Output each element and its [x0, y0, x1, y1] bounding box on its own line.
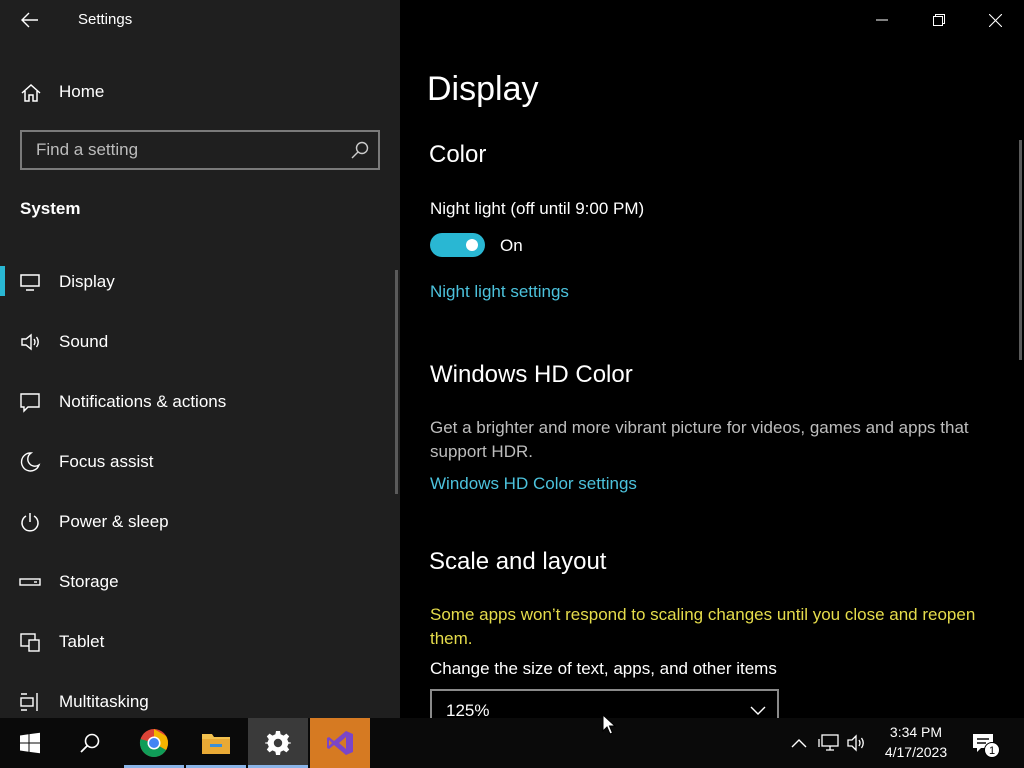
monitor-icon [20, 274, 40, 291]
sidebar-item-label: Sound [59, 332, 109, 351]
notification-count-badge: 1 [984, 742, 1000, 758]
clock-date: 4/17/2023 [884, 744, 948, 760]
sidebar-item-label: Multitasking [59, 692, 149, 711]
sidebar-item-storage[interactable]: Storage [0, 552, 400, 612]
sidebar-scrollbar[interactable] [395, 270, 398, 494]
windows-logo-icon [20, 732, 40, 754]
gear-icon [265, 731, 291, 755]
minimize-icon [875, 19, 888, 21]
clock-time: 3:34 PM [889, 724, 943, 740]
title-bar-left: Settings [0, 0, 400, 40]
night-light-state: On [500, 236, 523, 255]
chrome-icon [139, 729, 168, 757]
hd-color-heading: Windows HD Color [430, 361, 633, 388]
scale-heading: Scale and layout [429, 548, 607, 575]
scale-dropdown-value: 125% [446, 701, 490, 718]
moon-icon [20, 452, 41, 472]
night-light-settings-link[interactable]: Night light settings [430, 282, 569, 302]
content-pane: Display Color Night light (off until 9:0… [400, 0, 1024, 718]
visual-studio-icon [327, 731, 353, 755]
search-box[interactable] [20, 130, 380, 170]
sidebar-item-label: Notifications & actions [59, 392, 227, 411]
taskbar-settings[interactable] [248, 718, 308, 768]
network-icon [818, 734, 839, 751]
taskbar: 3:34 PM 4/17/2023 1 [0, 718, 1024, 768]
search-icon [80, 733, 100, 753]
taskbar-chrome[interactable] [124, 718, 184, 768]
multitask-icon [20, 693, 38, 711]
speaker-icon [847, 734, 864, 752]
home-icon [21, 83, 41, 102]
night-light-toggle[interactable] [430, 233, 485, 257]
taskbar-visual-studio[interactable] [310, 718, 370, 768]
color-heading: Color [429, 141, 487, 168]
back-arrow-icon [21, 12, 38, 28]
message-icon [20, 393, 40, 413]
sidebar-item-tablet[interactable]: Tablet [0, 612, 400, 672]
volume-tray-button[interactable] [846, 732, 868, 754]
sidebar-item-notifications[interactable]: Notifications & actions [0, 372, 400, 432]
settings-sidebar: Settings Home System Display Sound [0, 0, 400, 718]
nav-home[interactable]: Home [0, 72, 400, 112]
night-light-label: Night light (off until 9:00 PM) [430, 199, 645, 218]
sidebar-item-label: Tablet [59, 632, 105, 651]
window-controls [853, 0, 1024, 40]
network-tray-button[interactable] [818, 732, 840, 754]
section-title: System [20, 199, 81, 218]
show-hidden-icons-button[interactable] [788, 732, 810, 754]
size-label: Change the size of text, apps, and other… [430, 659, 777, 678]
start-button[interactable] [0, 718, 60, 768]
sidebar-item-label: Power & sleep [59, 512, 169, 531]
sidebar-item-label: Focus assist [59, 452, 154, 471]
minimize-button[interactable] [853, 0, 910, 40]
power-icon [21, 513, 39, 532]
content-scrollbar[interactable] [1019, 140, 1022, 360]
sidebar-item-focus-assist[interactable]: Focus assist [0, 432, 400, 492]
sidebar-item-multitasking[interactable]: Multitasking [0, 672, 400, 718]
chevron-up-icon [791, 739, 807, 748]
hd-color-description: Get a brighter and more vibrant picture … [430, 418, 969, 461]
close-icon [989, 13, 1002, 27]
search-icon[interactable] [350, 140, 370, 160]
scale-warning: Some apps won’t respond to scaling chang… [430, 605, 976, 648]
sidebar-item-sound[interactable]: Sound [0, 312, 400, 372]
page-title: Display [427, 70, 539, 108]
taskbar-file-explorer[interactable] [186, 718, 246, 768]
action-center-button[interactable]: 1 [966, 728, 1000, 760]
folder-icon [202, 734, 230, 754]
speaker-icon [21, 333, 39, 351]
toggle-knob [466, 239, 478, 251]
search-input[interactable] [22, 132, 342, 168]
restore-button[interactable] [910, 0, 967, 40]
taskbar-search-button[interactable] [60, 718, 120, 768]
sidebar-item-label: Storage [59, 572, 119, 591]
chevron-down-icon [750, 706, 766, 715]
hd-color-settings-link[interactable]: Windows HD Color settings [430, 474, 637, 494]
tablet-icon [20, 633, 40, 652]
sidebar-item-label: Display [59, 272, 115, 291]
close-button[interactable] [967, 0, 1024, 40]
taskbar-clock[interactable]: 3:34 PM 4/17/2023 [876, 722, 956, 762]
sidebar-item-power-sleep[interactable]: Power & sleep [0, 492, 400, 552]
nav-list: Display Sound Notifications & actions Fo… [0, 252, 400, 718]
mouse-cursor-icon [602, 714, 616, 735]
nav-home-label: Home [59, 82, 105, 101]
sidebar-item-display[interactable]: Display [0, 252, 400, 312]
drive-icon [19, 578, 41, 586]
back-button[interactable] [14, 8, 46, 32]
restore-icon [932, 14, 945, 26]
app-title: Settings [78, 11, 133, 28]
